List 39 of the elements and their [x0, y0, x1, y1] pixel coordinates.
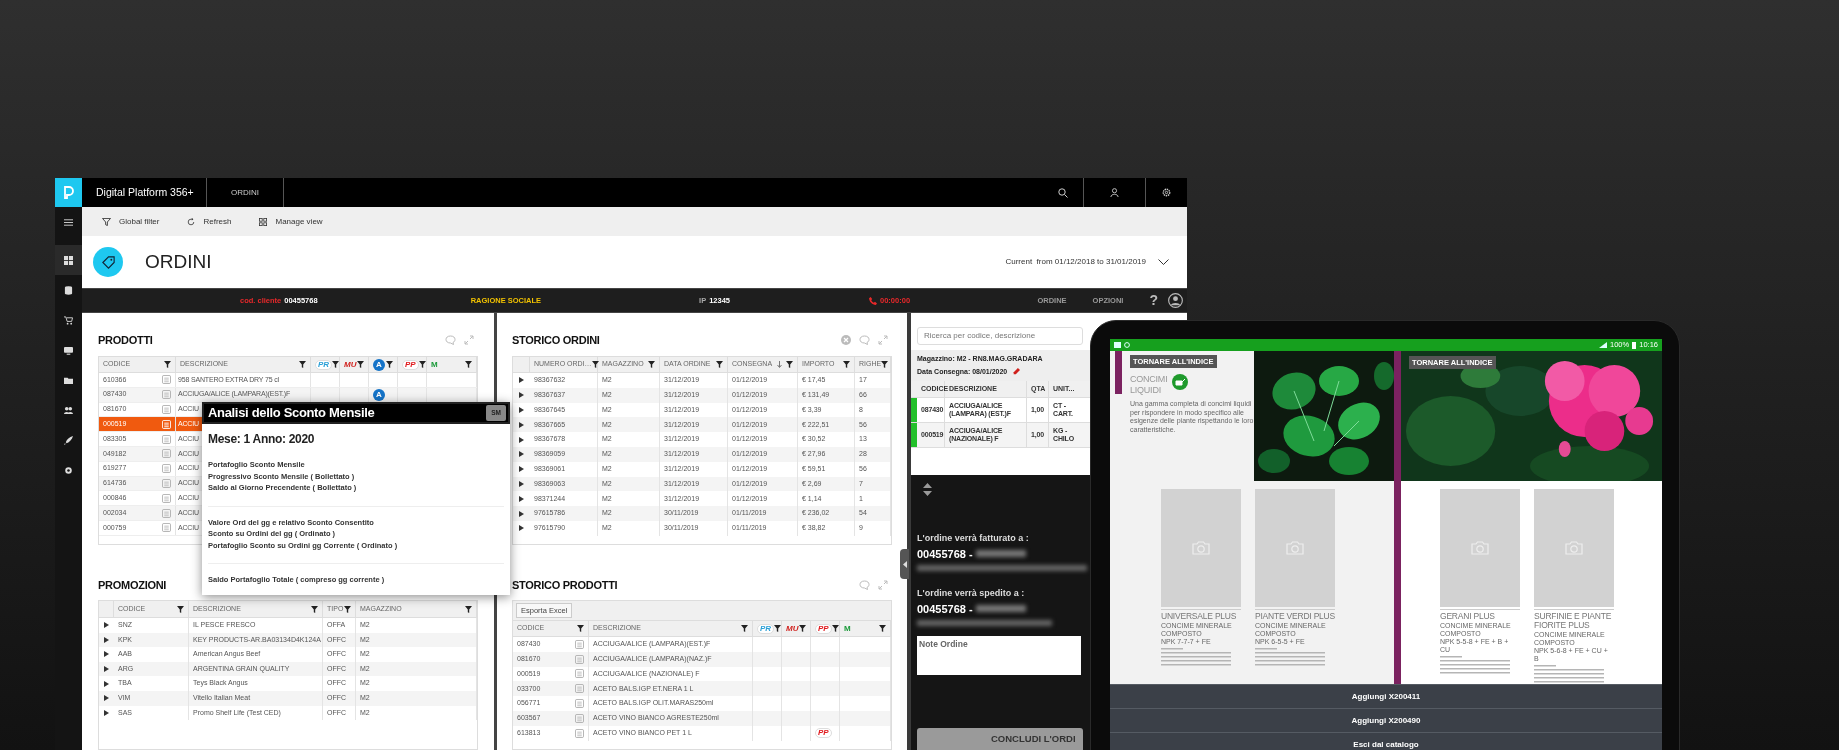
product-name: UNIVERSALE PLUS: [1161, 612, 1238, 621]
app-title: Digital Platform 356+: [96, 184, 195, 200]
billing-code: 00455768 -: [917, 546, 973, 562]
billing-label: L'ordine verrà fatturato a :: [917, 532, 1029, 545]
toolbar-button[interactable]: Global filter: [102, 215, 160, 228]
action-button[interactable]: Aggiungi X200411: [1110, 684, 1662, 708]
popup-title: Analisi dello Sconto Mensile: [208, 404, 375, 423]
product-name: SURFINIE E PIANTE FIORITE PLUS: [1534, 612, 1613, 630]
panel-title: PROMOZIONI: [98, 577, 167, 593]
brand-badge: PR: [315, 359, 333, 370]
submit-button[interactable]: CONCLUDI L'ORDI: [917, 728, 1083, 750]
panel-title: STORICO PRODOTTI: [512, 577, 618, 593]
brand-label: MU: [786, 624, 799, 633]
shipping-code: 00455768 -: [917, 601, 973, 617]
page-title: ORDINI: [145, 249, 212, 274]
shipping-label: L'ordine verrà spedito a :: [917, 587, 1025, 600]
notes-field[interactable]: Note Ordine: [917, 636, 1081, 675]
brand-badge: A: [373, 358, 385, 371]
action-button[interactable]: Aggiungi X200490: [1110, 708, 1662, 732]
brand-badge: PP: [815, 623, 832, 634]
product-name: GERANI PLUS: [1440, 612, 1496, 621]
brand-badge: PP: [815, 728, 832, 739]
search-field[interactable]: Ricerca per codice, descrizione: [917, 326, 1083, 345]
brand-label: MU: [344, 360, 357, 369]
help-button[interactable]: ?: [1149, 290, 1158, 311]
brand-badge: PP: [402, 359, 419, 370]
brand-badge: A: [373, 388, 385, 401]
popup-subtitle: Mese: 1 Anno: 2020: [207, 431, 316, 448]
brand-label: M: [431, 360, 438, 369]
toolbar-button[interactable]: Refresh: [187, 215, 232, 228]
module-tab[interactable]: ORDINI: [207, 186, 283, 199]
panel-title: STORICO ORDINI: [512, 332, 600, 348]
product-name: PIANTE VERDI PLUS: [1255, 612, 1335, 621]
period-text: Current from 01/12/2018 to 31/01/2019: [1005, 256, 1146, 268]
brand-label: M: [844, 624, 851, 633]
panel-title: PRODOTTI: [98, 332, 153, 348]
brand-badge: PR: [757, 623, 775, 634]
action-button[interactable]: Esci dal catalogo: [1110, 732, 1662, 750]
toolbar-button[interactable]: Manage view: [259, 215, 323, 228]
